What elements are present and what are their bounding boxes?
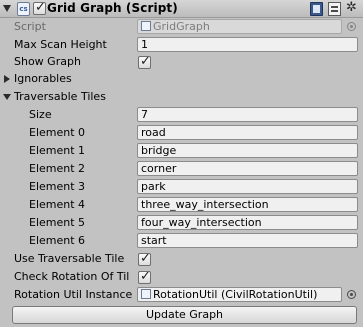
array-element-row: Element 6 start bbox=[0, 232, 363, 250]
element-label: Element 3 bbox=[29, 180, 86, 193]
element-input[interactable]: corner bbox=[137, 161, 358, 176]
array-element-row: Element 4 three_way_intersection bbox=[0, 196, 363, 214]
size-label: Size bbox=[29, 108, 52, 121]
ignorables-label: Ignorables bbox=[14, 72, 72, 85]
array-element-row: Element 3 park bbox=[0, 178, 363, 196]
element-label: Element 1 bbox=[29, 144, 86, 157]
script-file-icon bbox=[141, 21, 151, 31]
script-label: Script bbox=[14, 20, 46, 33]
script-icon: cs bbox=[17, 2, 30, 16]
element-input[interactable]: four_way_intersection bbox=[137, 215, 358, 230]
check-rotation-label: Check Rotation Of Til bbox=[14, 270, 130, 283]
element-input[interactable]: bridge bbox=[137, 143, 358, 158]
element-label: Element 0 bbox=[29, 126, 86, 139]
size-row: Size 7 bbox=[0, 106, 363, 124]
checkmark-icon: ✓ bbox=[35, 0, 46, 15]
element-label: Element 2 bbox=[29, 162, 86, 175]
traversable-tiles-foldout[interactable]: Traversable Tiles bbox=[0, 88, 363, 106]
object-picker-icon bbox=[347, 22, 356, 31]
show-graph-row: Show Graph ✓ bbox=[0, 53, 363, 71]
rotation-util-value: RotationUtil (CivilRotationUtil) bbox=[153, 288, 318, 301]
element-label: Element 6 bbox=[29, 234, 86, 247]
component-header: cs ✓ Grid Graph (Script) ✲ bbox=[0, 0, 363, 18]
preset-icon[interactable] bbox=[328, 2, 341, 16]
element-input[interactable]: road bbox=[137, 125, 358, 140]
traversable-tiles-label: Traversable Tiles bbox=[14, 90, 106, 103]
update-graph-button[interactable]: Update Graph bbox=[12, 306, 357, 324]
use-traversable-tile-checkbox[interactable]: ✓ bbox=[138, 251, 151, 266]
gear-icon[interactable]: ✲ bbox=[346, 1, 359, 15]
element-input[interactable]: park bbox=[137, 179, 358, 194]
script-value: GridGraph bbox=[153, 20, 210, 33]
checkmark-icon: ✓ bbox=[140, 54, 151, 69]
max-scan-height-input[interactable]: 1 bbox=[137, 37, 358, 52]
max-scan-height-row: Max Scan Height 1 bbox=[0, 36, 363, 54]
check-rotation-row: Check Rotation Of Til ✓ bbox=[0, 268, 363, 286]
component-enabled-checkbox[interactable]: ✓ bbox=[33, 0, 46, 15]
script-row: Script GridGraph bbox=[0, 18, 363, 36]
ignorables-foldout[interactable]: Ignorables bbox=[0, 70, 363, 88]
foldout-collapsed-icon[interactable] bbox=[4, 75, 10, 83]
show-graph-label: Show Graph bbox=[14, 55, 81, 68]
object-picker-icon[interactable] bbox=[347, 290, 356, 299]
show-graph-checkbox[interactable]: ✓ bbox=[138, 54, 151, 69]
checkmark-icon: ✓ bbox=[140, 269, 151, 284]
array-element-row: Element 5 four_way_intersection bbox=[0, 214, 363, 232]
element-label: Element 4 bbox=[29, 198, 86, 211]
foldout-expanded-icon[interactable] bbox=[3, 94, 11, 100]
check-rotation-checkbox[interactable]: ✓ bbox=[138, 269, 151, 284]
element-input[interactable]: three_way_intersection bbox=[137, 197, 358, 212]
size-input[interactable]: 7 bbox=[137, 107, 358, 122]
component-title: Grid Graph (Script) bbox=[47, 1, 178, 15]
rotation-util-label: Rotation Util Instance bbox=[14, 288, 133, 301]
element-input[interactable]: start bbox=[137, 233, 358, 248]
array-element-row: Element 0 road bbox=[0, 124, 363, 142]
array-element-row: Element 1 bridge bbox=[0, 142, 363, 160]
use-traversable-tile-row: Use Traversable Tile ✓ bbox=[0, 250, 363, 268]
script-file-icon bbox=[141, 289, 151, 299]
help-book-icon[interactable] bbox=[310, 2, 323, 16]
max-scan-height-label: Max Scan Height bbox=[14, 38, 107, 51]
checkmark-icon: ✓ bbox=[140, 251, 151, 266]
rotation-util-object-field[interactable]: RotationUtil (CivilRotationUtil) bbox=[137, 287, 342, 302]
use-traversable-tile-label: Use Traversable Tile bbox=[14, 252, 125, 265]
element-label: Element 5 bbox=[29, 216, 86, 229]
array-element-row: Element 2 corner bbox=[0, 160, 363, 178]
rotation-util-row: Rotation Util Instance RotationUtil (Civ… bbox=[0, 286, 363, 304]
foldout-arrow-icon[interactable] bbox=[3, 5, 11, 12]
script-field: GridGraph bbox=[137, 19, 342, 34]
